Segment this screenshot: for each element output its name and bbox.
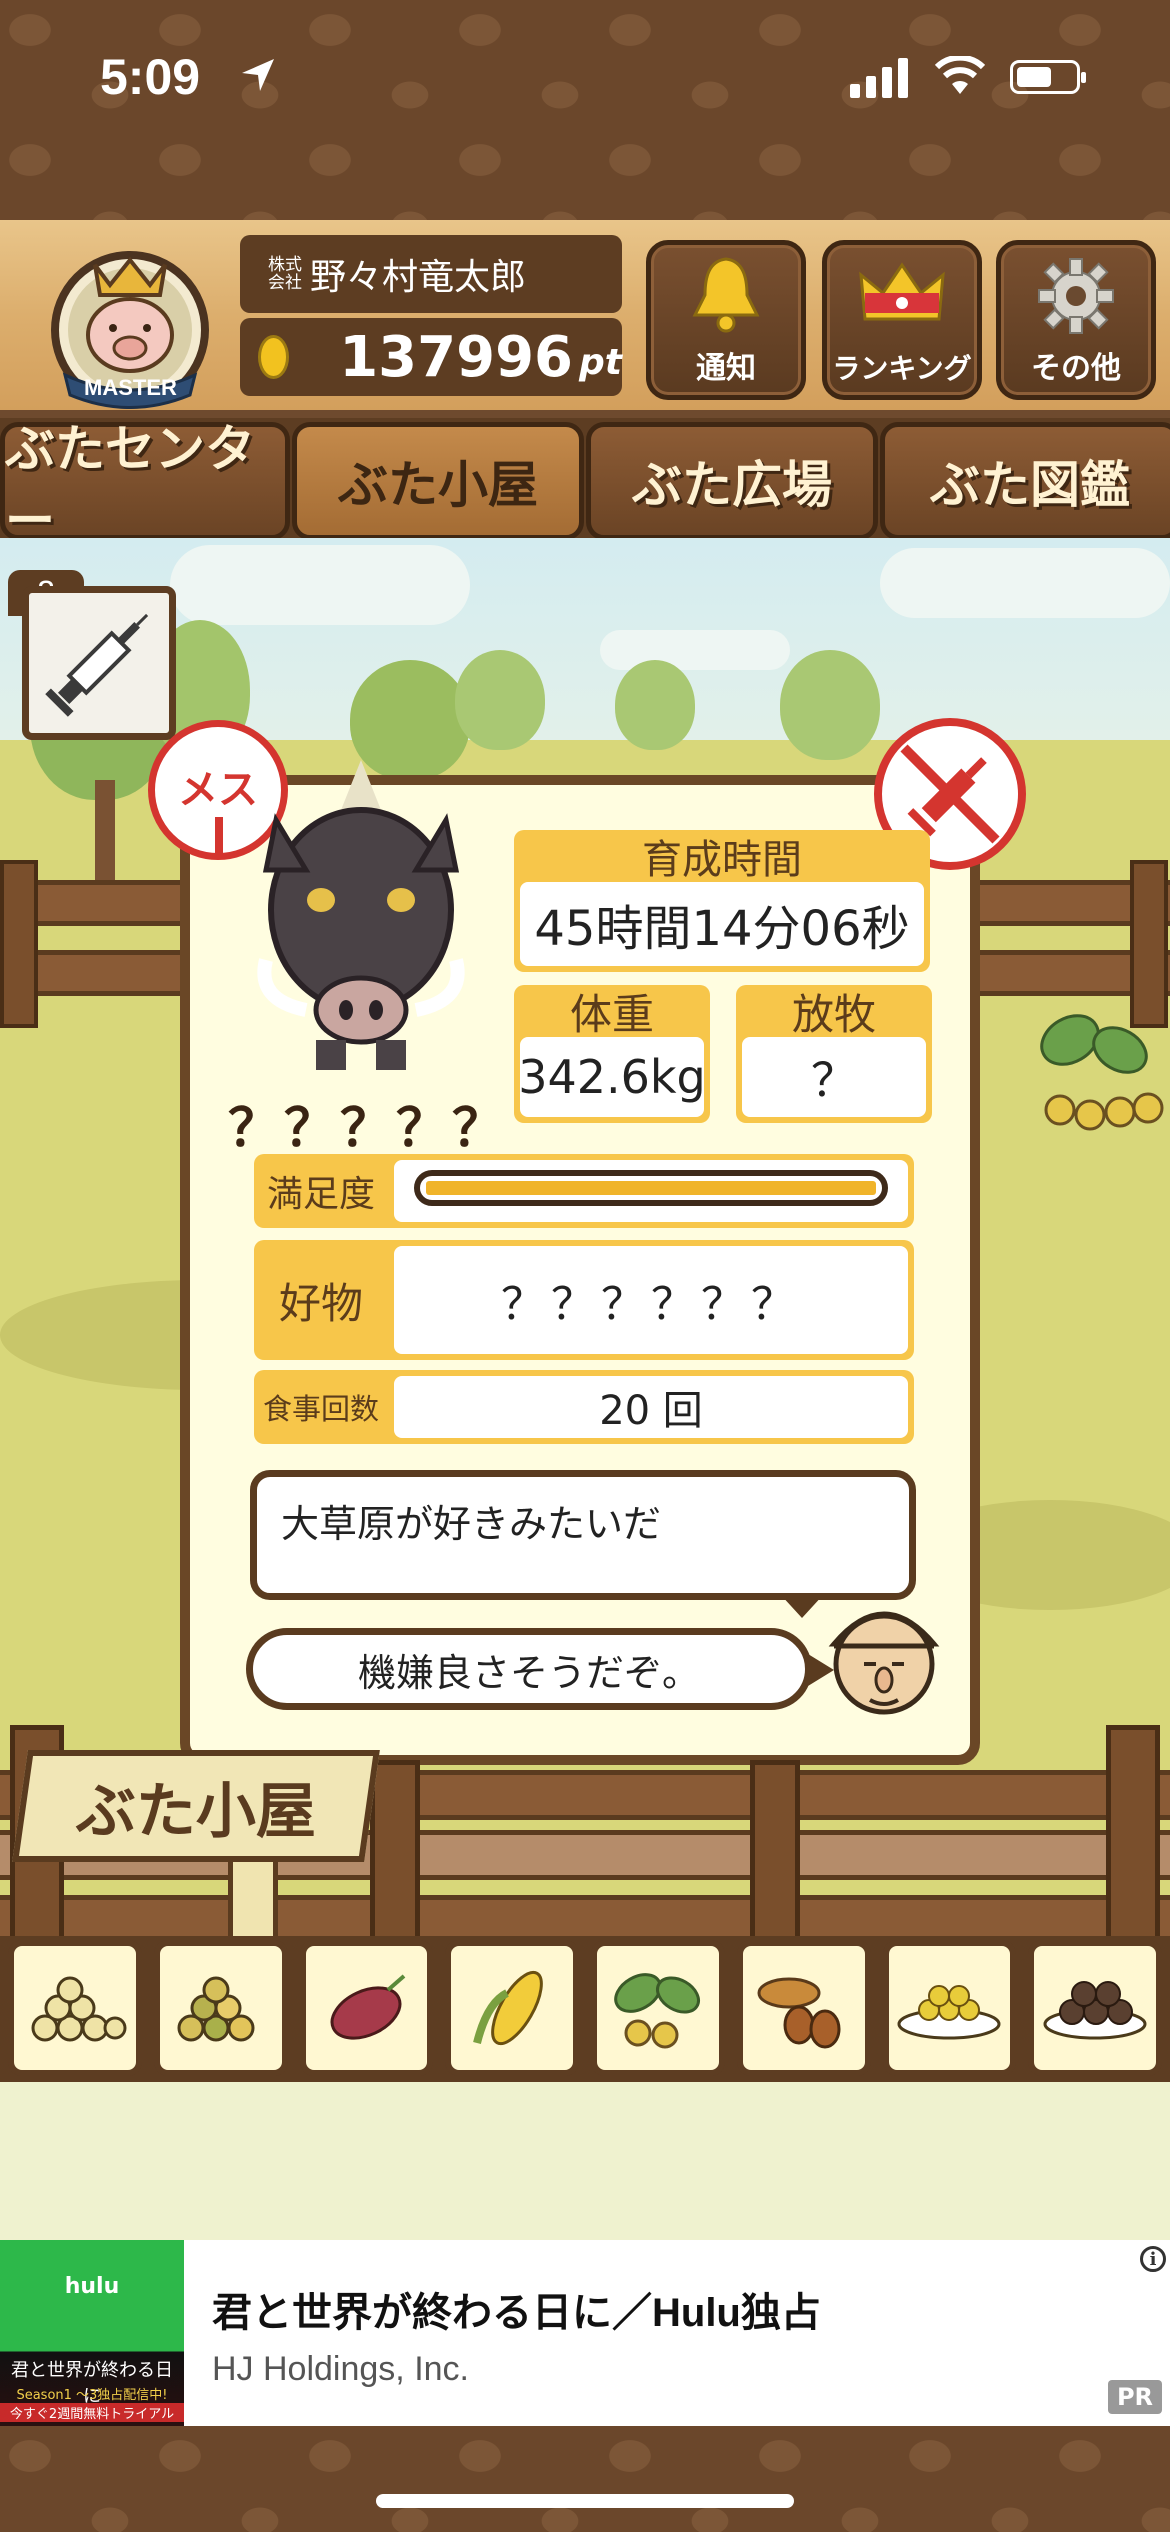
fence-rail	[0, 1895, 1170, 1941]
satisfaction-track	[394, 1160, 908, 1222]
food-slot-grain[interactable]	[8, 1940, 142, 2076]
wifi-icon	[935, 56, 985, 94]
female-symbol-icon	[215, 817, 223, 853]
food-slot-mixed-grain[interactable]	[153, 1940, 288, 2076]
satisfaction-label: 満足度	[266, 1174, 375, 1215]
syringe-icon	[45, 613, 149, 717]
ad-thumb-brand: hulu	[64, 2274, 120, 2299]
tab-buta-encyclopedia[interactable]: ぶた図鑑	[880, 422, 1170, 540]
ranking-label: ランキング	[832, 352, 972, 385]
ad-advertiser: HJ Holdings, Inc.	[212, 2350, 469, 2388]
other-button[interactable]: その他	[996, 240, 1156, 400]
bell-icon	[692, 257, 760, 333]
ranking-button[interactable]: ランキング	[822, 240, 982, 400]
food-slot-sweet-potato[interactable]	[299, 1940, 434, 2076]
user-name: 野々村竜太郎	[310, 257, 527, 298]
tree-trunk	[95, 780, 115, 880]
hut-sign: ぶた小屋	[12, 1750, 380, 1862]
growth-time-box: 育成時間 45時間14分06秒	[514, 830, 930, 972]
cloud	[600, 630, 790, 670]
crown-icon	[859, 262, 945, 321]
master-badge[interactable]: MASTER	[40, 230, 220, 410]
speech-bubble-2: 機嫌良さそうだぞ。	[246, 1628, 812, 1710]
pasture-ground	[0, 2080, 1170, 2240]
acorn-leaf-food-icon	[1040, 1014, 1164, 1131]
farmer-icon	[828, 1611, 940, 1715]
favorite-value: ？？？？？？	[394, 1246, 908, 1354]
grain-icon	[31, 1976, 127, 2042]
grazing-label: 放牧	[791, 989, 876, 1039]
favorite-row: 好物 ？？？？？？	[254, 1240, 914, 1360]
food-row	[8, 1940, 1162, 2076]
boar-icon	[257, 760, 465, 1070]
meal-count-value: 20 回	[394, 1376, 908, 1438]
points-panel: 137996 pt	[240, 318, 622, 396]
ad-pr-badge: PR	[1108, 2380, 1162, 2414]
acorn-icon	[757, 1977, 841, 2049]
ad-info-icon[interactable]: i	[1140, 2246, 1166, 2272]
speech-text-1: 大草原が好きみたいだ	[281, 1502, 662, 1546]
user-name-panel: 株式会社 野々村竜太郎	[240, 235, 622, 313]
weight-label: 体重	[569, 989, 654, 1039]
cloud	[880, 548, 1170, 618]
tree	[615, 660, 695, 750]
sweet-potato-icon	[330, 1974, 406, 2040]
favorite-label: 好物	[278, 1278, 363, 1328]
ad-thumbnail[interactable]: hulu 君と世界が終わる日に Season1 ～3独占配信中! 今すぐ2週間無…	[0, 2240, 184, 2426]
signal-icon	[850, 58, 908, 98]
ad-thumb-trial: 今すぐ2週間無料トライアル	[0, 2403, 184, 2422]
cloud	[170, 545, 470, 625]
ad-thumb-season: Season1 ～3独占配信中!	[16, 2388, 168, 2403]
pig-name: ？？？？？	[228, 1099, 509, 1159]
grazing-value: ？	[742, 1037, 926, 1117]
food-slot-acorn[interactable]	[736, 1940, 871, 2076]
other-label: その他	[1031, 351, 1121, 386]
points-value: 137996	[339, 324, 574, 390]
mixed-grain-icon	[177, 1976, 255, 2042]
syringe-button[interactable]	[22, 586, 176, 740]
notification-button[interactable]: 通知	[646, 240, 806, 400]
weight-value: 342.6kg	[518, 1037, 706, 1117]
points-unit: pt	[579, 341, 622, 383]
top-band	[0, 0, 1170, 220]
status-time: 5:09	[100, 49, 201, 105]
location-arrow-icon	[242, 59, 274, 91]
notification-label: 通知	[696, 351, 756, 386]
speech-text-2: 機嫌良さそうだぞ。	[357, 1650, 700, 1695]
ad-banner[interactable]: hulu 君と世界が終わる日に Season1 ～3独占配信中! 今すぐ2週間無…	[0, 2240, 1170, 2426]
food-slot-bowl-grain[interactable]	[882, 1940, 1017, 2076]
battery-icon	[1010, 60, 1086, 94]
satisfaction-row: 満足度	[254, 1154, 914, 1228]
meal-count-row: 食事回数 20 回	[254, 1370, 914, 1444]
meal-count-label: 食事回数	[262, 1392, 379, 1426]
food-slot-plate-balls[interactable]	[1028, 1940, 1162, 2076]
gear-icon	[1038, 258, 1114, 334]
growth-time-label: 育成時間	[642, 837, 802, 883]
satisfaction-bar-frame	[414, 1170, 888, 1206]
tab-buta-hut[interactable]: ぶた小屋	[292, 422, 584, 540]
plate-balls-icon	[1043, 1981, 1147, 2040]
speech-bubble-1: 大草原が好きみたいだ	[250, 1470, 916, 1600]
ad-title[interactable]: 君と世界が終わる日に／Hulu独占	[212, 2280, 821, 2338]
corn-icon	[473, 1970, 543, 2046]
weight-box: 体重 342.6kg	[514, 985, 710, 1123]
grazing-box: 放牧 ？	[736, 985, 932, 1123]
bowl-grain-icon	[897, 1985, 1001, 2040]
tree	[455, 650, 545, 750]
growth-time-value: 45時間14分06秒	[520, 882, 924, 966]
hut-sign-label: ぶた小屋	[76, 1776, 316, 1847]
tab-buta-plaza[interactable]: ぶた広場	[586, 422, 878, 540]
acorn-leaf-icon	[614, 1973, 700, 2049]
badge-text: MASTER	[84, 375, 177, 400]
food-slot-acorn-leaf[interactable]	[591, 1940, 725, 2076]
tree	[780, 650, 880, 760]
fence-post	[0, 860, 38, 1028]
bottom-band	[0, 2426, 1170, 2532]
company-prefix: 株式会社	[268, 255, 302, 293]
tab-buta-center[interactable]: ぶたセンター	[0, 420, 290, 550]
home-indicator[interactable]	[376, 2494, 794, 2508]
coin-icon	[258, 335, 290, 379]
food-slot-corn[interactable]	[445, 1940, 579, 2076]
satisfaction-bar-fill	[426, 1181, 876, 1195]
